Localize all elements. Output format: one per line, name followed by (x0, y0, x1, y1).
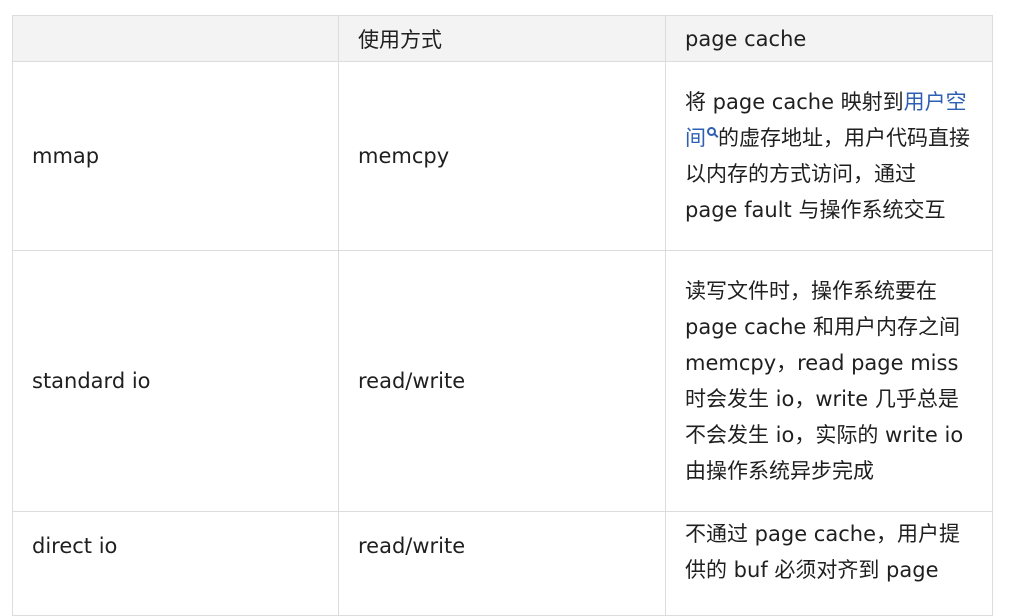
row-name-cell: standard io (12, 250, 339, 512)
desc-text-after: 的虚存地址，用户代码直接以内存的方式访问，通过 page fault 与操作系统… (685, 126, 970, 222)
header-cell-usage: 使用方式 (338, 15, 666, 62)
comparison-table: 使用方式 page cache mmap memcpy 将 page cache… (12, 15, 993, 616)
row-name-cell: direct io (12, 511, 339, 616)
row-usage-cell: read/write (338, 250, 666, 512)
desc-text-before: 将 page cache 映射到 (685, 90, 904, 114)
row-desc-cell: 将 page cache 映射到用户空间 的虚存地址，用户代码直接以内存的方式访问… (665, 61, 993, 251)
row-desc-cell: 不通过 page cache，用户提供的 buf 必须对齐到 page (665, 511, 993, 616)
table-row: mmap memcpy 将 page cache 映射到用户空间 的虚存地址，用户… (12, 61, 993, 251)
table-header-row: 使用方式 page cache (12, 15, 993, 62)
header-cell-empty (12, 15, 339, 62)
table-row: standard io read/write 读写文件时，操作系统要在 page… (12, 250, 993, 512)
row-name-cell: mmap (12, 61, 339, 251)
row-usage-cell: read/write (338, 511, 666, 616)
row-usage-cell: memcpy (338, 61, 666, 251)
table-row: direct io read/write 不通过 page cache，用户提供… (12, 511, 993, 616)
row-desc-cell: 读写文件时，操作系统要在 page cache 和用户内存之间 memcpy，r… (665, 250, 993, 512)
header-cell-page-cache: page cache (665, 15, 993, 62)
search-icon[interactable] (707, 127, 716, 136)
